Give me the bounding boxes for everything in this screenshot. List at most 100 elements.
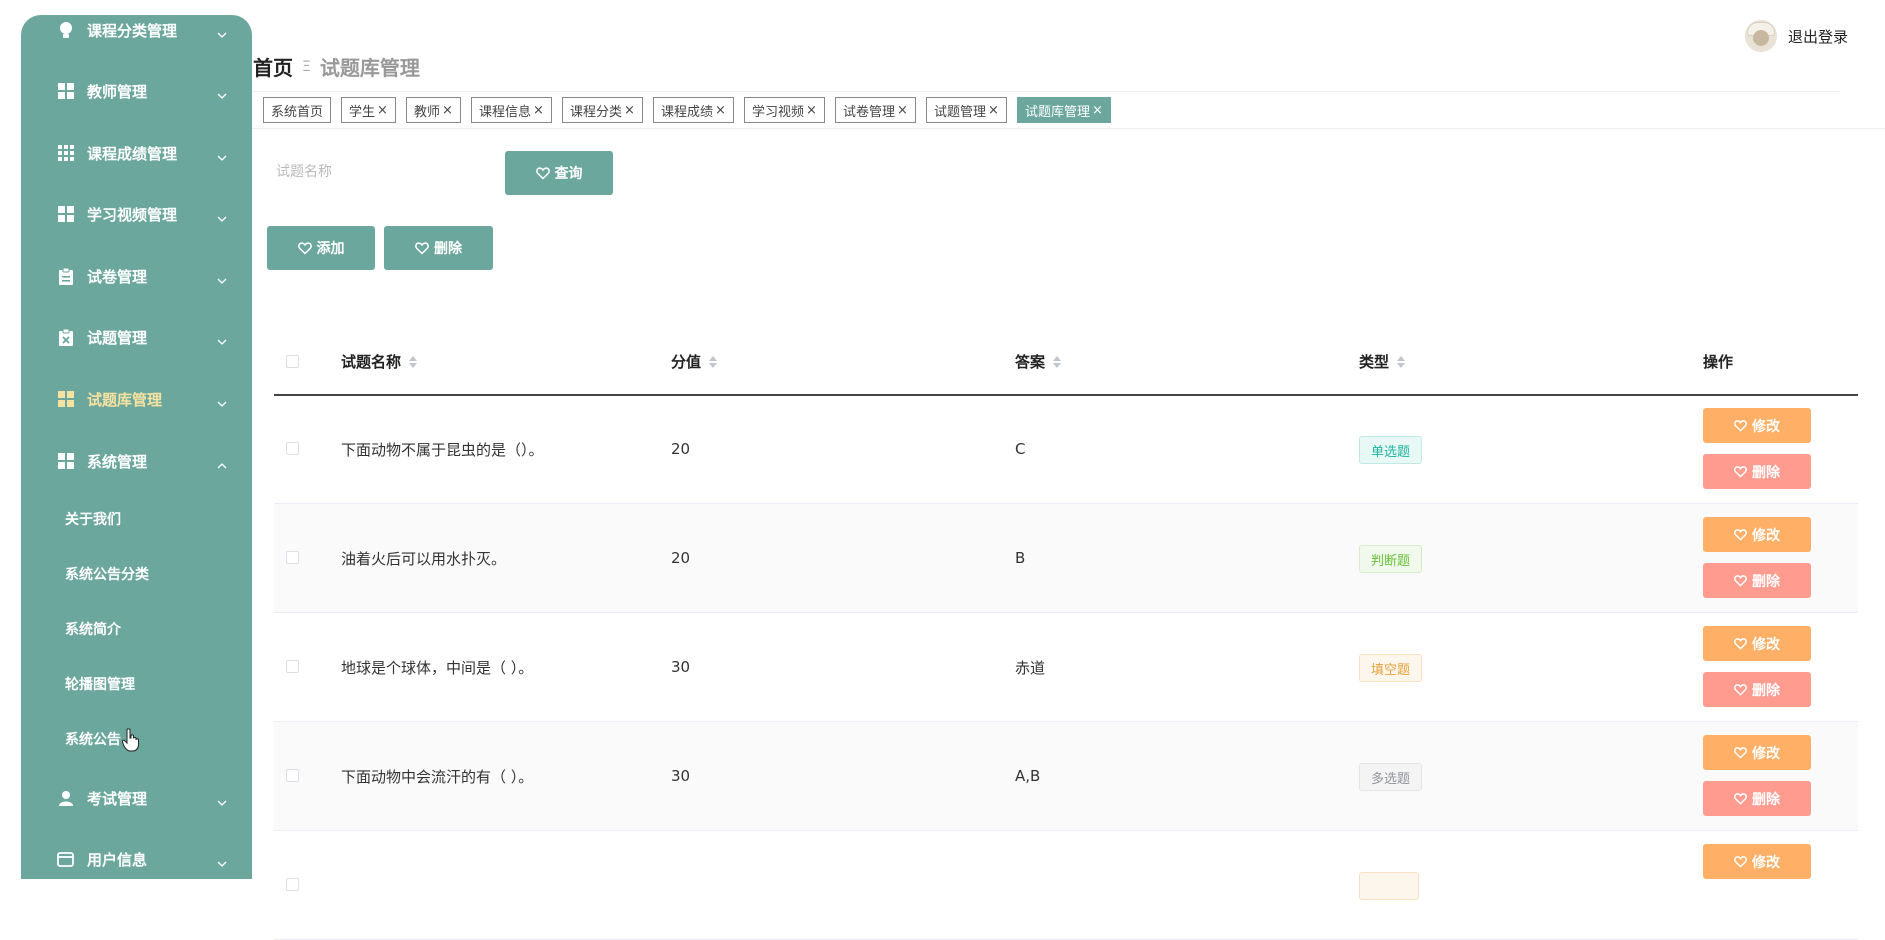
logout-button[interactable]: 退出登录 bbox=[1745, 20, 1848, 52]
edit-button[interactable]: 修改 bbox=[1703, 844, 1811, 879]
delete-button[interactable]: 删除 bbox=[1703, 781, 1811, 816]
user-icon bbox=[57, 790, 74, 807]
chevron-down-icon bbox=[217, 793, 227, 806]
menu-item-question-bank[interactable]: 试题库管理 bbox=[21, 379, 252, 419]
search-input[interactable] bbox=[264, 151, 494, 193]
sort-icon[interactable] bbox=[409, 355, 418, 368]
close-icon[interactable]: × bbox=[533, 103, 544, 118]
sub-item-intro[interactable]: 系统简介 bbox=[65, 619, 121, 639]
menu-item-paper[interactable]: 试卷管理 bbox=[21, 256, 252, 296]
breadcrumb-home[interactable]: 首页 bbox=[253, 52, 293, 81]
clipboard-icon bbox=[57, 267, 74, 285]
delete-button[interactable]: 删除 bbox=[1703, 454, 1811, 489]
batch-delete-button[interactable]: 删除 bbox=[384, 226, 493, 270]
menu-item-video[interactable]: 学习视频管理 bbox=[21, 194, 252, 234]
close-icon[interactable]: × bbox=[715, 103, 726, 118]
type-badge: 判断题 bbox=[1359, 545, 1423, 573]
menu-item-system[interactable]: 系统管理 bbox=[21, 441, 252, 481]
menu-item-question[interactable]: 试题管理 bbox=[21, 317, 252, 357]
cell-answer: C bbox=[1015, 440, 1026, 458]
breadcrumb-current: 试题库管理 bbox=[319, 56, 420, 80]
column-header-answer[interactable]: 答案 bbox=[1015, 329, 1062, 394]
menu-label: 试题库管理 bbox=[87, 390, 163, 409]
type-badge bbox=[1359, 872, 1419, 900]
close-icon[interactable]: × bbox=[1092, 103, 1103, 118]
tag-course-score[interactable]: 课程成绩 × bbox=[653, 97, 734, 123]
sidebar: 课程分类管理 教师管理 课程成绩管理 学习视频管理 试卷管理 试题管理 试题库管… bbox=[21, 15, 252, 879]
sort-icon[interactable] bbox=[1053, 355, 1062, 368]
close-icon[interactable]: × bbox=[897, 103, 908, 118]
tag-label: 教师 bbox=[414, 104, 441, 120]
column-header-actions: 操作 bbox=[1703, 329, 1733, 394]
sub-item-notice-category[interactable]: 系统公告分类 bbox=[65, 564, 149, 584]
row-checkbox[interactable] bbox=[286, 878, 299, 891]
select-all-checkbox[interactable] bbox=[286, 355, 299, 368]
tag-student[interactable]: 学生 × bbox=[341, 97, 396, 123]
sub-item-about[interactable]: 关于我们 bbox=[65, 509, 121, 529]
tag-paper[interactable]: 试卷管理 × bbox=[835, 97, 916, 123]
row-checkbox[interactable] bbox=[286, 660, 299, 673]
column-label: 答案 bbox=[1015, 353, 1046, 371]
delete-label: 删除 bbox=[1752, 682, 1780, 699]
type-badge: 单选题 bbox=[1359, 436, 1423, 464]
close-icon[interactable]: × bbox=[624, 103, 635, 118]
column-header-score[interactable]: 分值 bbox=[671, 329, 718, 394]
column-header-type[interactable]: 类型 bbox=[1359, 329, 1406, 394]
heart-icon bbox=[1734, 747, 1747, 759]
menu-item-user-info[interactable]: 用户信息 bbox=[21, 839, 252, 879]
cell-name: 下面动物不属于昆虫的是（）。 bbox=[341, 440, 544, 459]
tag-label: 系统首页 bbox=[271, 104, 324, 120]
close-icon[interactable]: × bbox=[988, 103, 999, 118]
sort-icon[interactable] bbox=[709, 355, 718, 368]
delete-button[interactable]: 删除 bbox=[1703, 563, 1811, 598]
tag-video[interactable]: 学习视频 × bbox=[744, 97, 825, 123]
tag-question[interactable]: 试题管理 × bbox=[926, 97, 1007, 123]
close-icon[interactable]: × bbox=[442, 103, 453, 118]
tag-home[interactable]: 系统首页 bbox=[263, 97, 332, 123]
tag-question-bank[interactable]: 试题库管理 × bbox=[1017, 97, 1111, 123]
tag-label: 试卷管理 bbox=[843, 104, 896, 120]
menu-item-exam[interactable]: 考试管理 bbox=[21, 778, 252, 818]
add-button[interactable]: 添加 bbox=[267, 226, 375, 270]
heart-icon bbox=[1734, 793, 1747, 805]
avatar bbox=[1745, 20, 1777, 52]
close-icon[interactable]: × bbox=[377, 103, 388, 118]
menu-item-teacher[interactable]: 教师管理 bbox=[21, 71, 252, 111]
table-header: 试题名称 分值 答案 类型 操作 bbox=[274, 329, 1858, 396]
tag-label: 课程分类 bbox=[570, 104, 623, 120]
edit-button[interactable]: 修改 bbox=[1703, 626, 1811, 661]
column-label: 操作 bbox=[1703, 353, 1734, 371]
column-header-name[interactable]: 试题名称 bbox=[341, 329, 418, 394]
table-row: 油着火后可以用水扑灭。 20 B 判断题 修改 删除 bbox=[274, 504, 1858, 613]
header-divider bbox=[252, 91, 1840, 92]
tag-course-info[interactable]: 课程信息 × bbox=[471, 97, 552, 123]
chevron-down-icon bbox=[217, 854, 227, 867]
menu-item-course-score[interactable]: 课程成绩管理 bbox=[21, 133, 252, 173]
menu-label: 考试管理 bbox=[87, 789, 148, 808]
table-row: 修改 bbox=[274, 831, 1858, 940]
row-checkbox[interactable] bbox=[286, 551, 299, 564]
delete-label: 删除 bbox=[1752, 791, 1780, 808]
search-button[interactable]: 查询 bbox=[505, 151, 613, 195]
menu-label: 试题管理 bbox=[87, 328, 148, 347]
row-checkbox[interactable] bbox=[286, 769, 299, 782]
tag-teacher[interactable]: 教师 × bbox=[406, 97, 461, 123]
sort-icon[interactable] bbox=[1397, 355, 1406, 368]
close-icon[interactable]: × bbox=[806, 103, 817, 118]
cell-name: 地球是个球体，中间是（ ）。 bbox=[341, 658, 534, 677]
lightbulb-icon bbox=[57, 21, 74, 39]
heart-icon bbox=[1734, 420, 1747, 432]
row-checkbox[interactable] bbox=[286, 442, 299, 455]
edit-button[interactable]: 修改 bbox=[1703, 735, 1811, 770]
cell-score: 20 bbox=[671, 549, 691, 567]
edit-button[interactable]: 修改 bbox=[1703, 517, 1811, 552]
sub-item-notice[interactable]: 系统公告 bbox=[65, 729, 121, 749]
delete-button[interactable]: 删除 bbox=[1703, 672, 1811, 707]
sub-item-carousel[interactable]: 轮播图管理 bbox=[65, 674, 135, 694]
grid-icon bbox=[57, 83, 74, 100]
menu-item-course-category[interactable]: 课程分类管理 bbox=[21, 15, 252, 50]
add-button-label: 添加 bbox=[316, 241, 345, 257]
tag-bar: 系统首页 学生 × 教师 × 课程信息 × 课程分类 × 课程成绩 × 学习视频 × 试卷管… bbox=[252, 94, 1885, 129]
edit-button[interactable]: 修改 bbox=[1703, 408, 1811, 443]
tag-course-category[interactable]: 课程分类 × bbox=[562, 97, 643, 123]
